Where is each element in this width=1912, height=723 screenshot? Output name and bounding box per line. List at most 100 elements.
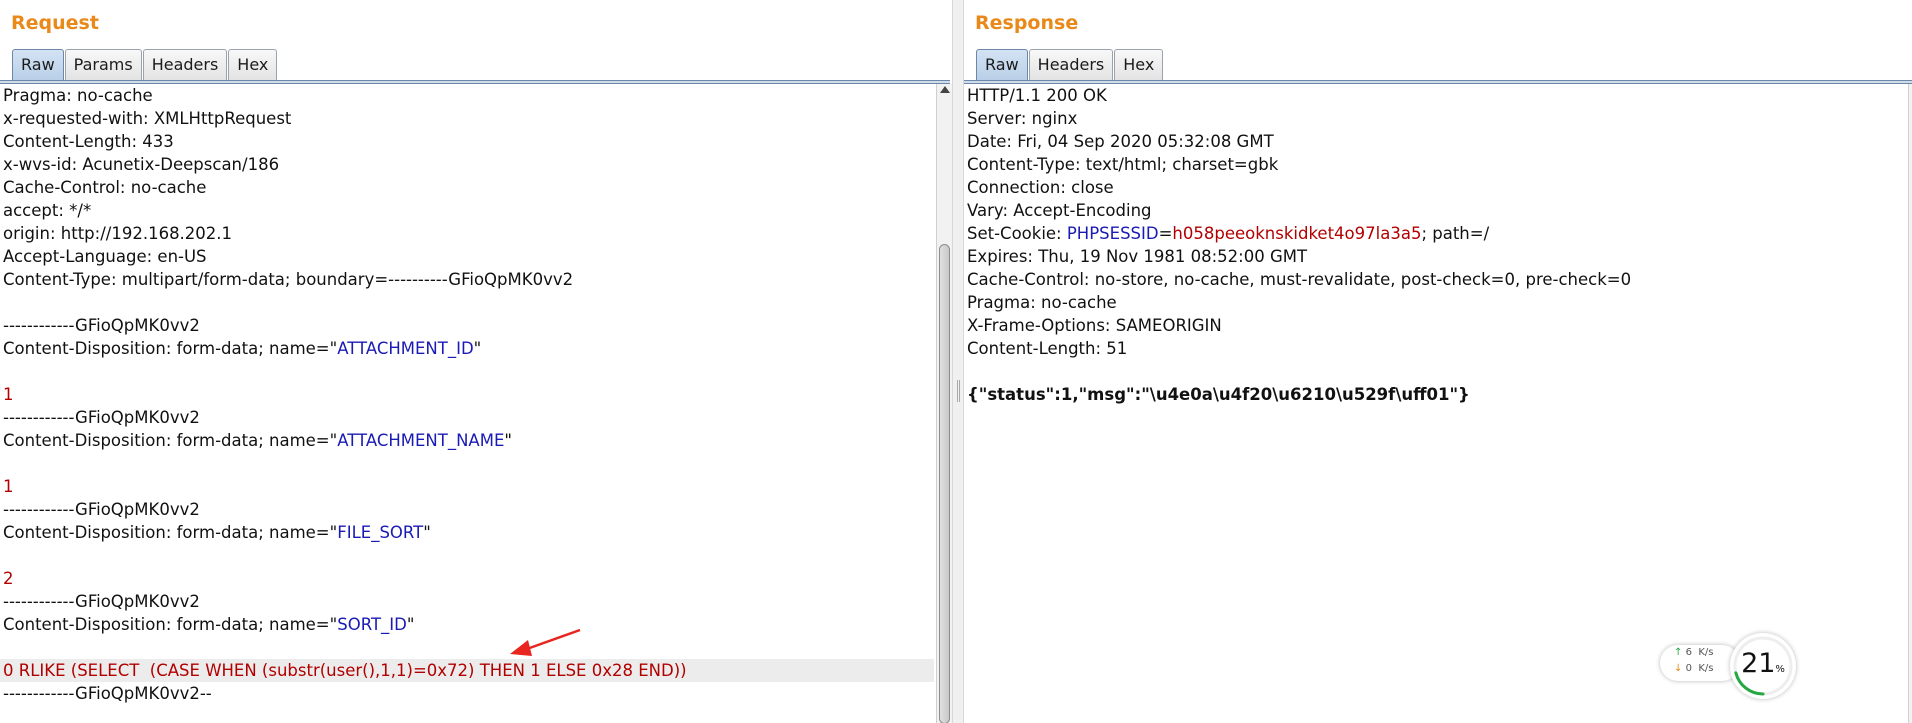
response-text-segment: h058peeoknskidket4o97la3a5 [1172, 224, 1422, 243]
request-text-segment: ATTACHMENT_NAME [337, 431, 505, 450]
response-line: Pragma: no-cache [964, 291, 1908, 314]
request-text-segment: Cache-Control: no-cache [3, 178, 207, 197]
request-line: Accept-Language: en-US [0, 245, 934, 268]
response-line: Cache-Control: no-store, no-cache, must-… [964, 268, 1908, 291]
response-text-segment: X-Frame-Options: SAMEORIGIN [967, 316, 1222, 335]
response-text-segment: Set-Cookie: [967, 224, 1067, 243]
request-line: Content-Type: multipart/form-data; bound… [0, 268, 934, 291]
request-line [0, 291, 934, 314]
response-tabs: Raw Headers Hex [976, 49, 1164, 81]
annotation-arrow-icon [510, 628, 581, 656]
request-text-segment: accept: */* [3, 201, 92, 220]
request-line: ------------GFioQpMK0vv2 [0, 314, 934, 337]
response-text-segment: {"status":1,"msg":"\u4e0a\u4f20\u6210\u5… [967, 385, 1470, 404]
request-line: 2 [0, 567, 934, 590]
response-text-segment: ; path=/ [1421, 224, 1490, 243]
request-text-segment: ------------GFioQpMK0vv2 [3, 408, 200, 427]
request-line: origin: http://192.168.202.1 [0, 222, 934, 245]
request-text-segment: Content-Disposition: form-data; name=" [3, 523, 338, 542]
request-text-segment: Accept-Language: en-US [3, 247, 207, 266]
response-line: Content-Length: 51 [964, 337, 1908, 360]
response-title: Response [975, 12, 1079, 34]
network-speed-widget[interactable]: ↑ 6 K/s ↓ 0 K/s 21% [1660, 633, 1798, 699]
speed-readout: ↑ 6 K/s ↓ 0 K/s [1660, 645, 1740, 681]
download-unit: K/s [1698, 663, 1714, 674]
response-scrollbar[interactable] [1908, 84, 1912, 723]
request-text-segment: Content-Length: 433 [3, 132, 174, 151]
response-line: HTTP/1.1 200 OK [964, 84, 1908, 107]
response-line: X-Frame-Options: SAMEORIGIN [964, 314, 1908, 337]
request-text-segment: Content-Disposition: form-data; name=" [3, 615, 338, 634]
response-text-segment: Expires: Thu, 19 Nov 1981 08:52:00 GMT [967, 247, 1308, 266]
request-line: Cache-Control: no-cache [0, 176, 934, 199]
response-text-segment: Cache-Control: no-store, no-cache, must-… [967, 270, 1632, 289]
request-text-segment: Content-Disposition: form-data; name=" [3, 339, 338, 358]
request-line [0, 360, 934, 383]
upload-speed: 6 [1685, 647, 1692, 658]
request-text-segment: ATTACHMENT_ID [337, 339, 474, 358]
response-panel: Response Raw Headers Hex HTTP/1.1 200 OK Se… [964, 0, 1912, 723]
download-arrow-icon: ↓ [1674, 663, 1683, 674]
request-text-segment: origin: http://192.168.202.1 [3, 224, 233, 243]
response-line: Server: nginx [964, 107, 1908, 130]
request-text-segment: 1 [3, 477, 14, 496]
usage-percent-sign: % [1775, 664, 1785, 675]
request-tab-headers[interactable]: Headers [142, 49, 228, 80]
response-text-segment: Connection: close [967, 178, 1114, 197]
response-tab-raw[interactable]: Raw [976, 49, 1028, 80]
request-line: accept: */* [0, 199, 934, 222]
response-text-segment: Pragma: no-cache [967, 293, 1117, 312]
request-line: x-wvs-id: Acunetix-Deepscan/186 [0, 153, 934, 176]
request-text-segment: 2 [3, 569, 14, 588]
request-tabs: Raw Params Headers Hex [12, 49, 278, 81]
request-line: Content-Disposition: form-data; name="FI… [0, 521, 934, 544]
request-tab-hex[interactable]: Hex [228, 49, 278, 80]
response-tab-headers[interactable]: Headers [1028, 49, 1114, 80]
usage-gauge[interactable]: 21% [1730, 633, 1796, 699]
request-line [0, 544, 934, 567]
response-text-segment: Content-Length: 51 [967, 339, 1128, 358]
request-line: 1 [0, 475, 934, 498]
request-text-segment: " [423, 523, 431, 542]
request-line: 0 RLIKE (SELECT (CASE WHEN (substr(user(… [0, 659, 934, 682]
request-text-segment: ------------GFioQpMK0vv2 [3, 316, 200, 335]
request-tab-params[interactable]: Params [64, 49, 142, 80]
request-text-segment: ------------GFioQpMK0vv2 [3, 592, 200, 611]
request-text-segment: ------------GFioQpMK0vv2 [3, 500, 200, 519]
request-line: ------------GFioQpMK0vv2 [0, 590, 934, 613]
request-text-segment: " [504, 431, 512, 450]
request-line: Content-Disposition: form-data; name="AT… [0, 429, 934, 452]
panel-splitter[interactable] [952, 0, 964, 723]
response-editor[interactable]: HTTP/1.1 200 OK Server: nginx Date: Fri, 0… [964, 84, 1908, 723]
response-line: Content-Type: text/html; charset=gbk [964, 153, 1908, 176]
request-text-segment: Content-Disposition: form-data; name=" [3, 431, 338, 450]
usage-percent: 21% [1730, 648, 1796, 679]
response-tab-hex[interactable]: Hex [1114, 49, 1164, 80]
request-tab-raw[interactable]: Raw [12, 49, 64, 80]
response-line: Vary: Accept-Encoding [964, 199, 1908, 222]
request-text-segment: Pragma: no-cache [3, 86, 153, 105]
request-text-segment: " [406, 615, 415, 634]
request-panel: Request Raw Params Headers Hex Pragma: no-c… [0, 0, 952, 723]
request-line: Content-Disposition: form-data; name="SO… [0, 613, 934, 636]
request-text-segment: SORT_ID [337, 615, 407, 634]
response-line: Connection: close [964, 176, 1908, 199]
request-line: ------------GFioQpMK0vv2 [0, 498, 934, 521]
response-text-segment: HTTP/1.1 200 OK [967, 86, 1107, 105]
request-line [0, 452, 934, 475]
response-line: Expires: Thu, 19 Nov 1981 08:52:00 GMT [964, 245, 1908, 268]
request-line [0, 636, 934, 659]
request-text-segment: 0 RLIKE (SELECT (CASE WHEN (substr(user(… [3, 661, 687, 680]
response-text-segment: Date: Fri, 04 Sep 2020 05:32:08 GMT [967, 132, 1274, 151]
request-text-segment: ------------GFioQpMK0vv2-- [3, 684, 212, 703]
download-speed: 0 [1685, 663, 1692, 674]
response-text-segment: PHPSESSID [1066, 224, 1159, 243]
request-text-segment: x-requested-with: XMLHttpRequest [3, 109, 292, 128]
splitter-grip-icon[interactable] [957, 380, 960, 402]
request-line: x-requested-with: XMLHttpRequest [0, 107, 934, 130]
scroll-up-arrow-icon[interactable] [940, 86, 950, 93]
request-editor[interactable]: Pragma: no-cache x-requested-with: XMLHtt… [0, 84, 934, 723]
request-scroll-thumb[interactable] [939, 244, 950, 723]
upload-arrow-icon: ↑ [1674, 647, 1683, 658]
request-scrollbar[interactable] [936, 84, 952, 723]
